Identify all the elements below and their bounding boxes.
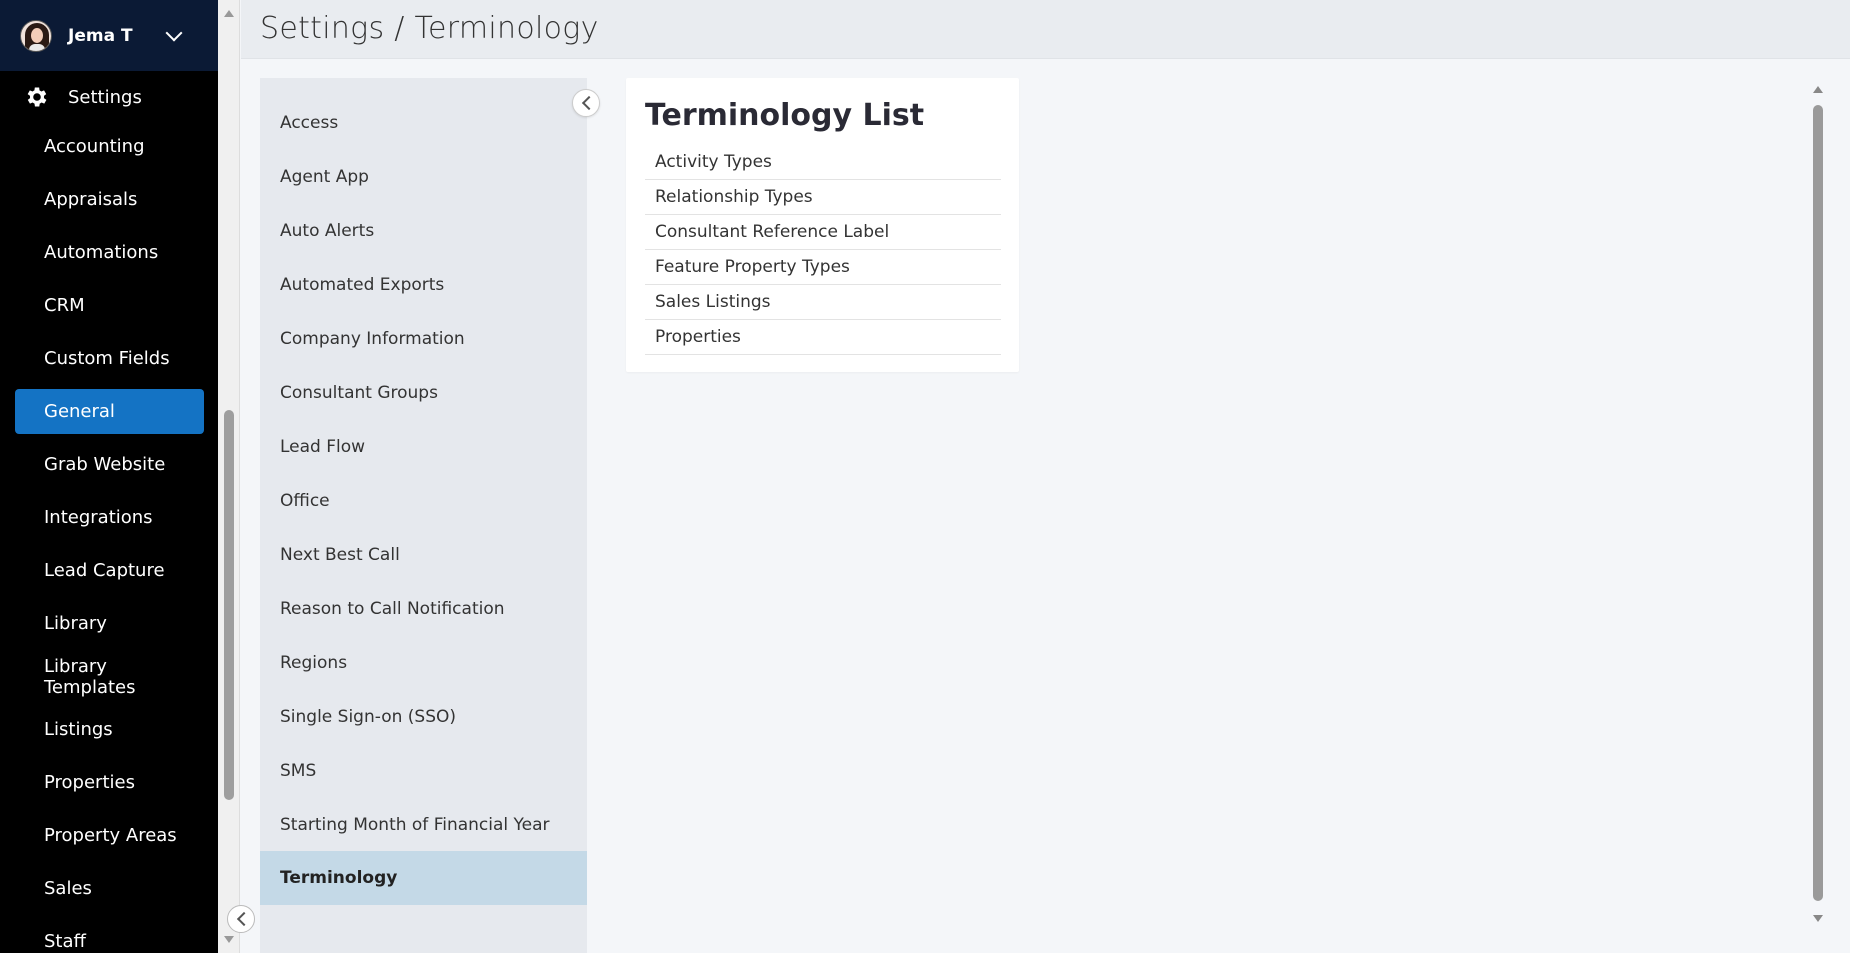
submenu-item-auto-alerts[interactable]: Auto Alerts: [260, 204, 587, 258]
sidebar-item-library-templates[interactable]: Library Templates: [15, 654, 204, 699]
sidebar-item-listings[interactable]: Listings: [15, 707, 204, 752]
list-item-activity-types[interactable]: Activity Types: [645, 145, 1001, 180]
sidebar-item-sales[interactable]: Sales: [15, 866, 204, 911]
sidebar-item-general[interactable]: General: [15, 389, 204, 434]
submenu-item-office[interactable]: Office: [260, 474, 587, 528]
sidebar-item-accounting[interactable]: Accounting: [15, 124, 204, 169]
submenu-item-regions[interactable]: Regions: [260, 636, 587, 690]
sidebar-item-custom-fields[interactable]: Custom Fields: [15, 336, 204, 381]
terminology-card: Terminology List Activity Types Relation…: [626, 78, 1019, 372]
sidebar-item-lead-capture[interactable]: Lead Capture: [15, 548, 204, 593]
scroll-down-icon[interactable]: [1813, 915, 1823, 922]
submenu-item-automated-exports[interactable]: Automated Exports: [260, 258, 587, 312]
page-header: Settings / Terminology: [241, 0, 1850, 59]
sidebar-item-property-areas[interactable]: Property Areas: [15, 813, 204, 858]
sidebar-item-automations[interactable]: Automations: [15, 230, 204, 275]
sidebar-item-appraisals[interactable]: Appraisals: [15, 177, 204, 222]
submenu-item-financial-year[interactable]: Starting Month of Financial Year: [260, 798, 587, 852]
scroll-thumb[interactable]: [224, 410, 234, 800]
submenu-item-access[interactable]: Access: [260, 96, 587, 150]
scroll-up-icon[interactable]: [224, 10, 234, 17]
settings-label: Settings: [68, 86, 142, 108]
submenu-item-reason-to-call[interactable]: Reason to Call Notification: [260, 582, 587, 636]
collapse-submenu-button[interactable]: [572, 89, 600, 117]
submenu-item-sso[interactable]: Single Sign-on (SSO): [260, 690, 587, 744]
main-scrollbar[interactable]: [1808, 78, 1828, 933]
scroll-thumb[interactable]: [1813, 105, 1823, 901]
chevron-down-icon[interactable]: [165, 24, 183, 42]
sidebar-item-library[interactable]: Library: [15, 601, 204, 646]
page-title: Settings / Terminology: [260, 11, 599, 46]
settings-header[interactable]: Settings: [0, 78, 218, 116]
sidebar-scrollbar[interactable]: [218, 0, 240, 953]
terminology-list: Activity Types Relationship Types Consul…: [645, 145, 1001, 355]
list-item-sales-listings[interactable]: Sales Listings: [645, 285, 1001, 320]
submenu-item-next-best-call[interactable]: Next Best Call: [260, 528, 587, 582]
submenu-item-terminology[interactable]: Terminology: [260, 851, 587, 905]
sidebar-item-grab-website[interactable]: Grab Website: [15, 442, 204, 487]
submenu-item-sms[interactable]: SMS: [260, 744, 587, 798]
card-title: Terminology List: [645, 98, 925, 133]
sidebar-item-staff[interactable]: Staff: [15, 919, 204, 953]
submenu-item-lead-flow[interactable]: Lead Flow: [260, 420, 587, 474]
submenu-item-agent-app[interactable]: Agent App: [260, 150, 587, 204]
user-menu[interactable]: Jema T: [0, 0, 218, 71]
main-sidebar: Jema T Settings Accounting Appraisals Au…: [0, 0, 218, 953]
sidebar-item-properties[interactable]: Properties: [15, 760, 204, 805]
list-item-relationship-types[interactable]: Relationship Types: [645, 180, 1001, 215]
list-item-feature-property-types[interactable]: Feature Property Types: [645, 250, 1001, 285]
settings-submenu: Access Agent App Auto Alerts Automated E…: [260, 78, 587, 953]
gear-icon: [24, 84, 50, 110]
submenu-item-company-information[interactable]: Company Information: [260, 312, 587, 366]
collapse-sidebar-button[interactable]: [227, 905, 255, 933]
user-name: Jema T: [68, 25, 133, 46]
scroll-down-icon[interactable]: [224, 936, 234, 943]
list-item-consultant-reference-label[interactable]: Consultant Reference Label: [645, 215, 1001, 250]
scroll-up-icon[interactable]: [1813, 86, 1823, 93]
avatar: [20, 19, 52, 52]
list-item-properties[interactable]: Properties: [645, 320, 1001, 355]
settings-nav: Accounting Appraisals Automations CRM Cu…: [0, 124, 218, 953]
submenu-item-consultant-groups[interactable]: Consultant Groups: [260, 366, 587, 420]
sidebar-item-crm[interactable]: CRM: [15, 283, 204, 328]
sidebar-item-integrations[interactable]: Integrations: [15, 495, 204, 540]
